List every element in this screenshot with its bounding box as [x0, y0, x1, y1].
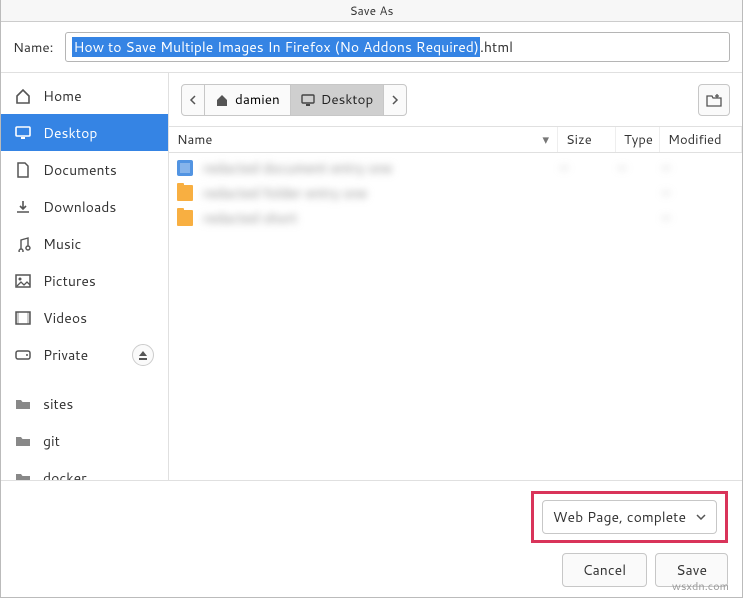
filename-selected-text: How to Save Multiple Images In Firefox (… [72, 37, 480, 57]
column-modified[interactable]: Modified [660, 127, 742, 152]
documents-icon [15, 162, 31, 178]
nav-forward-button[interactable] [383, 84, 407, 116]
home-icon [15, 88, 31, 104]
sort-indicator-icon: ▾ [542, 131, 549, 149]
sidebar-item-label: Private [43, 345, 88, 365]
home-icon [215, 93, 229, 107]
highlight-box: Web Page, complete [531, 491, 728, 543]
folder-icon [177, 185, 193, 201]
breadcrumb-label: damien [235, 90, 280, 109]
file-modified: — [662, 184, 734, 201]
sidebar-item-label: Downloads [43, 197, 116, 217]
sidebar-item-label: Music [43, 234, 81, 254]
music-icon [15, 236, 31, 252]
file-row[interactable]: redacted folder entry one — [169, 180, 742, 205]
file-modified: — [662, 159, 734, 176]
column-type[interactable]: Type [616, 127, 660, 152]
filename-label: Name: [13, 38, 53, 57]
new-folder-button[interactable] [698, 84, 730, 116]
file-modified: — [662, 209, 734, 226]
file-name: redacted folder entry one [203, 183, 560, 203]
desktop-icon [301, 94, 315, 106]
column-headers: Name▾ Size Type Modified [169, 127, 742, 153]
folder-icon [177, 210, 193, 226]
places-sidebar: Home Desktop Documents Downloads Music Pictur… [1, 73, 169, 480]
file-type-select[interactable]: Web Page, complete [542, 500, 717, 534]
save-as-dialog: Save As Name: How to Save Multiple Image… [0, 0, 743, 598]
filename-extension: .html [480, 37, 513, 57]
watermark: wsxdn.com [672, 578, 729, 594]
dialog-bottom: Web Page, complete Cancel Save [1, 480, 742, 597]
pictures-icon [15, 273, 31, 289]
folder-icon [15, 433, 31, 449]
file-row[interactable]: redacted document entry one——— [169, 155, 742, 180]
file-pane: damien Desktop Name▾ Size Type [169, 73, 742, 480]
drive-icon [15, 347, 31, 363]
sidebar-item-documents[interactable]: Documents [1, 151, 168, 188]
filename-row: Name: How to Save Multiple Images In Fir… [1, 22, 742, 73]
folder-icon [15, 396, 31, 412]
file-type: — [618, 159, 662, 176]
chevron-down-icon [696, 514, 706, 520]
file-name: redacted document entry one [203, 158, 560, 178]
main-area: Home Desktop Documents Downloads Music Pictur… [1, 73, 742, 480]
sidebar-item-pictures[interactable]: Pictures [1, 262, 168, 299]
sidebar-item-label: Home [43, 86, 82, 106]
sidebar-item-music[interactable]: Music [1, 225, 168, 262]
chevron-left-icon [189, 95, 197, 105]
sidebar-item-desktop[interactable]: Desktop [1, 114, 168, 151]
window-title: Save As [1, 0, 742, 22]
downloads-icon [15, 199, 31, 215]
file-list[interactable]: redacted document entry one———redacted f… [169, 153, 742, 480]
sidebar-item-sites[interactable]: sites [1, 385, 168, 422]
sidebar-item-private[interactable]: Private [1, 336, 168, 373]
sidebar-item-downloads[interactable]: Downloads [1, 188, 168, 225]
document-icon [177, 160, 193, 176]
sidebar-item-videos[interactable]: Videos [1, 299, 168, 336]
folder-icon [15, 470, 31, 481]
sidebar-item-label: sites [43, 394, 73, 414]
sidebar-item-label: docker [43, 468, 87, 481]
filename-input[interactable]: How to Save Multiple Images In Firefox (… [65, 32, 730, 62]
sidebar-item-home[interactable]: Home [1, 77, 168, 114]
breadcrumb-current[interactable]: Desktop [290, 84, 384, 116]
column-size[interactable]: Size [558, 127, 616, 152]
breadcrumb-home[interactable]: damien [204, 84, 291, 116]
sidebar-item-git[interactable]: git [1, 422, 168, 459]
videos-icon [15, 310, 31, 326]
sidebar-item-label: Pictures [43, 271, 96, 291]
path-bar: damien Desktop [169, 73, 742, 127]
desktop-icon [15, 125, 31, 141]
new-folder-icon [706, 93, 722, 107]
nav-back-button[interactable] [181, 84, 205, 116]
file-row[interactable]: redacted short — [169, 205, 742, 230]
sidebar-item-label: Desktop [43, 123, 97, 143]
chevron-right-icon [391, 95, 399, 105]
eject-button[interactable] [132, 344, 154, 366]
file-size: — [560, 159, 618, 176]
sidebar-item-label: git [43, 431, 60, 451]
file-name: redacted short [203, 208, 560, 228]
sidebar-item-label: Documents [43, 160, 117, 180]
column-name[interactable]: Name▾ [169, 127, 558, 152]
sidebar-item-docker[interactable]: docker [1, 459, 168, 480]
cancel-button[interactable]: Cancel [562, 553, 648, 587]
breadcrumb: damien Desktop [181, 84, 407, 116]
file-type-label: Web Page, complete [553, 507, 686, 527]
sidebar-item-label: Videos [43, 308, 87, 328]
breadcrumb-label: Desktop [321, 90, 373, 109]
